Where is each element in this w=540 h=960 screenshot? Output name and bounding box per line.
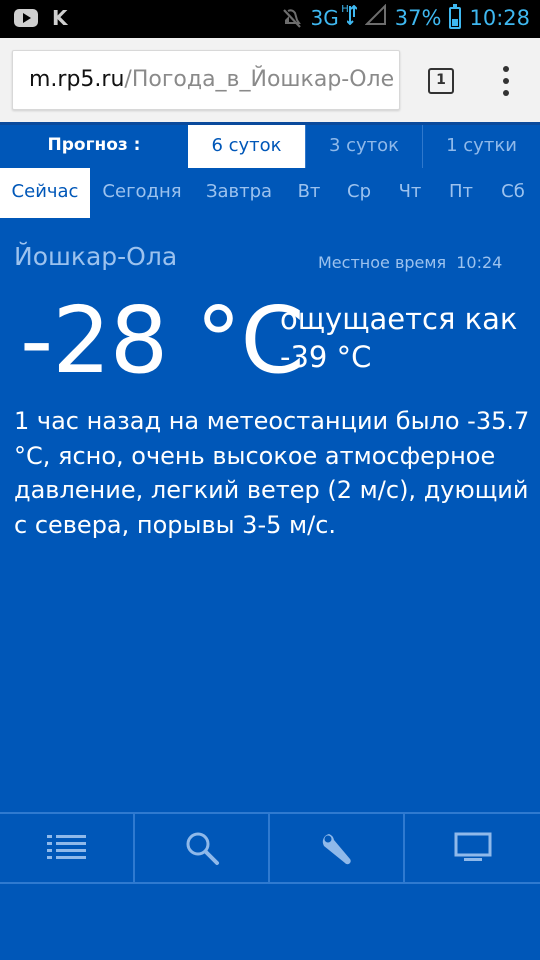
network-type: 3G H (310, 4, 349, 30)
settings-button[interactable] (270, 814, 405, 882)
youtube-icon (14, 9, 38, 27)
feels-like: ощущается как -39 °C (280, 300, 517, 376)
network-sub-label: H (341, 3, 349, 15)
tab-sat[interactable]: Сб (486, 168, 540, 218)
feels-like-label: ощущается как (280, 302, 518, 336)
tab-wed[interactable]: Ср (334, 168, 384, 218)
local-time: Местное время 10:24 (318, 253, 502, 272)
search-icon (186, 832, 219, 865)
battery-icon (449, 3, 462, 29)
overflow-menu-icon[interactable] (498, 66, 514, 96)
browser-toolbar: m.rp5.ru/Погода_в_Йошкар-Оле 1 (0, 38, 540, 122)
clock: 10:28 (469, 5, 530, 30)
current-temperature: -28 °C (20, 287, 305, 394)
tab-switcher-button[interactable]: 1 (428, 68, 454, 94)
status-bar: K 3G H 37% 10:28 (0, 0, 540, 38)
tab-today[interactable]: Сегодня (90, 168, 194, 218)
tab-fri[interactable]: Пт (436, 168, 486, 218)
monitor-icon (454, 832, 491, 861)
local-time-value: 10:24 (456, 253, 503, 272)
tab-tomorrow[interactable]: Завтра (194, 168, 284, 218)
local-time-label: Местное время (318, 253, 447, 272)
url-path: /Погода_в_Йошкар-Оле (124, 67, 395, 92)
tab-now[interactable]: Сейчас (0, 168, 90, 218)
network-label: 3G (310, 5, 339, 30)
signal-icon (364, 3, 387, 31)
tab-tue[interactable]: Вт (284, 168, 334, 218)
tab-6-days[interactable]: 6 суток (188, 125, 305, 170)
forecast-period-bar: Прогноз : 6 суток 3 суток 1 сутки (0, 122, 540, 170)
url-host: m.rp5.ru (29, 67, 125, 92)
feels-like-value: -39 °C (280, 340, 372, 374)
tab-thu[interactable]: Чт (384, 168, 436, 218)
tab-1-day[interactable]: 1 сутки (422, 125, 540, 170)
url-field[interactable]: m.rp5.ru/Погода_в_Йошкар-Оле (12, 50, 400, 110)
wrench-icon (322, 834, 351, 865)
search-button[interactable] (135, 814, 270, 882)
tab-3-days[interactable]: 3 суток (305, 125, 422, 170)
weather-description: 1 час назад на метеостанции было -35.7 °… (14, 407, 530, 539)
bottom-nav (0, 812, 540, 884)
day-tabs: Сейчас Сегодня Завтра Вт Ср Чт Пт Сб (0, 168, 540, 218)
battery-percent: 37% (394, 5, 442, 30)
city-name: Йошкар-Ола (14, 242, 178, 271)
kaspersky-k-icon: K (52, 6, 68, 30)
desktop-version-button[interactable] (405, 814, 540, 882)
mute-icon (281, 7, 303, 29)
list-button[interactable] (0, 814, 135, 882)
list-icon (46, 835, 86, 859)
forecast-label: Прогноз : (47, 135, 141, 155)
